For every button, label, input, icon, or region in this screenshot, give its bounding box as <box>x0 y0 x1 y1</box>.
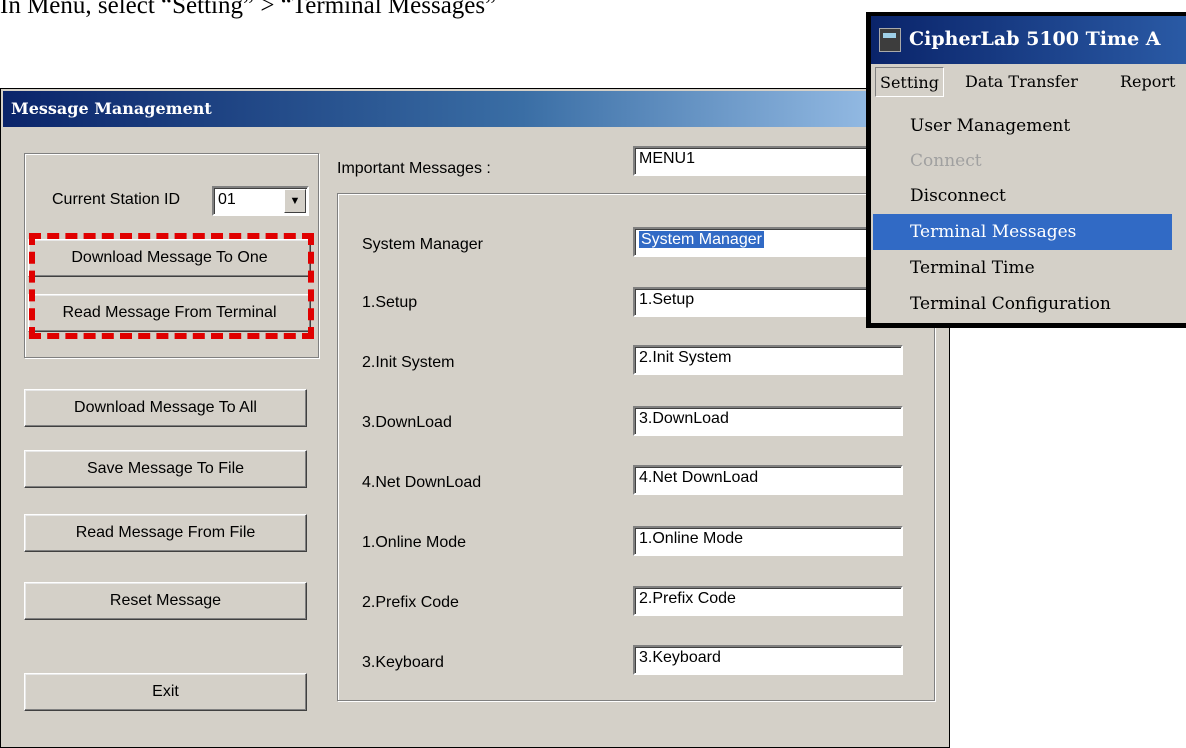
station-id-label: Current Station ID <box>52 191 181 208</box>
message-input-net-download[interactable]: 4.Net DownLoad <box>633 465 903 495</box>
menu-data-transfer[interactable]: Data Transfer <box>963 72 1080 91</box>
menu-report[interactable]: Report <box>1118 72 1177 91</box>
row-label: 2.Init System <box>362 354 455 371</box>
row-label: 3.DownLoad <box>362 414 452 431</box>
app-titlebar: CipherLab 5100 Time A <box>871 16 1186 64</box>
selected-text: System Manager <box>639 231 764 248</box>
message-input-init-system[interactable]: 2.Init System <box>633 345 903 375</box>
menu-item-terminal-messages[interactable]: Terminal Messages <box>873 214 1172 250</box>
important-messages-label: Important Messages : <box>337 160 491 177</box>
dialog-titlebar: Message Management <box>3 91 947 127</box>
menu-setting[interactable]: Setting <box>875 67 944 97</box>
row-label: 3.Keyboard <box>362 654 444 671</box>
row-label: System Manager <box>362 236 483 253</box>
important-messages-input[interactable]: MENU1 <box>633 146 903 176</box>
station-id-value: 01 <box>218 191 236 208</box>
menu-item-terminal-configuration[interactable]: Terminal Configuration <box>873 286 1172 322</box>
app-title: CipherLab 5100 Time A <box>909 28 1161 50</box>
message-input-keyboard[interactable]: 3.Keyboard <box>633 645 903 675</box>
message-input-setup[interactable]: 1.Setup <box>633 287 903 317</box>
download-message-to-one-button[interactable]: Download Message To One <box>28 239 311 277</box>
message-input-prefix-code[interactable]: 2.Prefix Code <box>633 586 903 616</box>
message-input-download[interactable]: 3.DownLoad <box>633 406 903 436</box>
messages-group <box>337 193 935 701</box>
row-label: 1.Setup <box>362 294 418 311</box>
download-message-to-all-button[interactable]: Download Message To All <box>24 389 307 427</box>
station-id-select[interactable]: 01 ▼ <box>212 186 309 216</box>
message-input-system-manager[interactable]: System Manager <box>633 227 903 257</box>
menu-item-terminal-time[interactable]: Terminal Time <box>873 250 1172 286</box>
menu-item-connect[interactable]: Connect <box>873 143 1172 179</box>
cipherlab-terminal-icon <box>879 28 901 52</box>
row-label: 4.Net DownLoad <box>362 474 482 491</box>
menu-item-disconnect[interactable]: Disconnect <box>873 178 1172 214</box>
read-message-from-terminal-button[interactable]: Read Message From Terminal <box>28 294 311 332</box>
save-message-to-file-button[interactable]: Save Message To File <box>24 450 307 488</box>
menu-bar: Setting Data Transfer Report <box>871 64 1186 104</box>
setting-dropdown: User Management Connect Disconnect Termi… <box>871 104 1186 323</box>
dialog-title: Message Management <box>11 99 212 118</box>
row-label: 1.Online Mode <box>362 534 467 551</box>
reset-message-button[interactable]: Reset Message <box>24 582 307 620</box>
chevron-down-icon[interactable]: ▼ <box>284 189 306 213</box>
row-label: 2.Prefix Code <box>362 594 459 611</box>
exit-button[interactable]: Exit <box>24 673 307 711</box>
message-input-online-mode[interactable]: 1.Online Mode <box>633 526 903 556</box>
instruction-text: In Menu, select “Setting” > “Terminal Me… <box>0 0 497 19</box>
read-message-from-file-button[interactable]: Read Message From File <box>24 514 307 552</box>
menu-item-user-management[interactable]: User Management <box>873 108 1172 144</box>
